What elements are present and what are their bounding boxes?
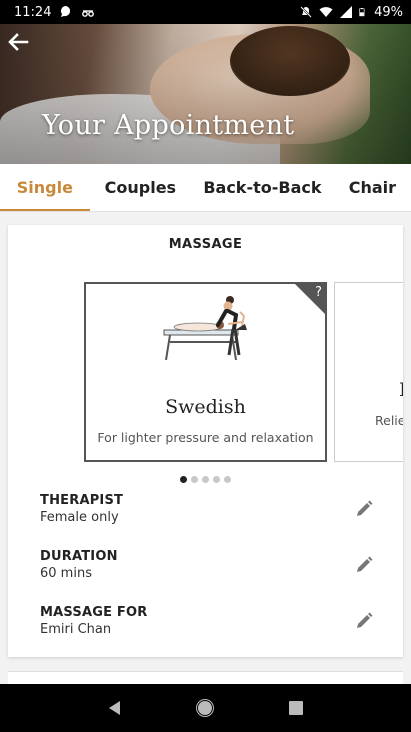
triangle-back-icon bbox=[109, 701, 121, 715]
carousel-pagination bbox=[8, 476, 403, 483]
duration-row: DURATION 60 mins bbox=[40, 549, 380, 589]
vr-icon bbox=[82, 10, 95, 17]
massage-illustration-icon bbox=[163, 296, 247, 361]
info-icon[interactable]: ? bbox=[315, 285, 322, 300]
option-name: Swedish bbox=[165, 396, 246, 418]
nav-recents-button[interactable] bbox=[282, 694, 310, 722]
battery-icon bbox=[359, 8, 365, 17]
therapist-value: Female only bbox=[40, 510, 119, 525]
signal-icon bbox=[340, 6, 353, 18]
therapist-row: THERAPIST Female only bbox=[40, 493, 380, 533]
tab-couples[interactable]: Couples bbox=[90, 164, 191, 211]
edit-duration-button[interactable] bbox=[352, 553, 376, 577]
tab-chair[interactable]: Chair bbox=[334, 164, 411, 211]
pagination-dot[interactable] bbox=[191, 476, 198, 483]
edit-therapist-button[interactable] bbox=[352, 497, 376, 521]
battery-level: 49% bbox=[374, 4, 403, 20]
square-recents-icon bbox=[288, 701, 303, 715]
massage-option-swedish[interactable]: ? Swedish For lighter pressure and relax… bbox=[84, 282, 327, 462]
massage-for-value: Emiri Chan bbox=[40, 622, 112, 637]
edit-massage-for-button[interactable] bbox=[352, 609, 376, 633]
circle-home-icon bbox=[196, 699, 215, 717]
duration-value: 60 mins bbox=[40, 566, 92, 581]
option-name: D bbox=[399, 379, 403, 401]
option-description: Reliev bbox=[375, 413, 403, 428]
mute-icon bbox=[300, 6, 312, 18]
arrow-left-icon bbox=[8, 33, 29, 51]
pagination-dot[interactable] bbox=[180, 476, 187, 483]
status-bar: 11:24 49% bbox=[0, 0, 411, 24]
page-title: Your Appointment bbox=[42, 110, 295, 141]
option-description: For lighter pressure and relaxation bbox=[97, 430, 314, 445]
section-title-massage: MASSAGE bbox=[168, 237, 243, 252]
massage-option-next[interactable]: D Reliev bbox=[334, 282, 403, 462]
appointment-card: MASSAGE ? Swedish For lighter pressure a… bbox=[8, 225, 403, 657]
tab-single[interactable]: Single bbox=[0, 164, 90, 211]
massage-for-label: MASSAGE FOR bbox=[40, 605, 148, 620]
system-nav-bar bbox=[0, 684, 411, 732]
back-button[interactable] bbox=[4, 28, 32, 56]
status-time: 11:24 bbox=[14, 4, 52, 20]
tab-back-to-back[interactable]: Back-to-Back bbox=[191, 164, 334, 211]
nav-home-button[interactable] bbox=[191, 694, 219, 722]
pagination-dot[interactable] bbox=[213, 476, 220, 483]
pagination-dot[interactable] bbox=[202, 476, 209, 483]
nav-back-button[interactable] bbox=[101, 694, 129, 722]
massage-for-row: MASSAGE FOR Emiri Chan bbox=[40, 605, 380, 645]
pencil-icon bbox=[357, 612, 373, 628]
pencil-icon bbox=[357, 556, 373, 572]
appointment-type-tabs: Single Couples Back-to-Back Chair bbox=[0, 164, 411, 212]
wifi-icon bbox=[319, 7, 333, 17]
hero-image: Your Appointment bbox=[0, 24, 411, 164]
pencil-icon bbox=[357, 500, 373, 516]
therapist-label: THERAPIST bbox=[40, 493, 124, 508]
duration-label: DURATION bbox=[40, 549, 118, 564]
chat-notification-icon bbox=[61, 6, 71, 17]
pagination-dot[interactable] bbox=[224, 476, 231, 483]
